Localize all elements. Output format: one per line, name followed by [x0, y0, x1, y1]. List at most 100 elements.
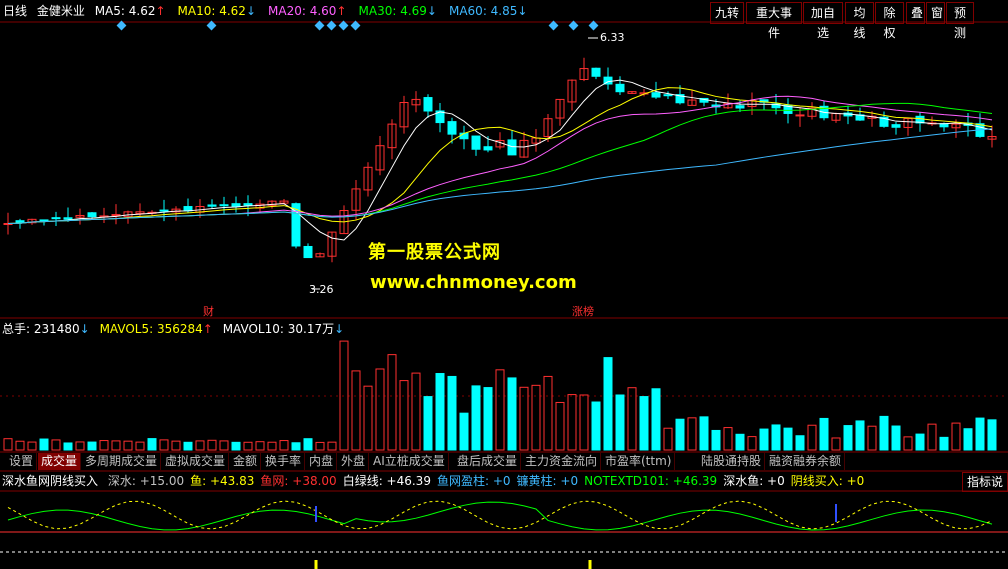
volume-bar [687, 417, 697, 451]
volume-bar [471, 385, 481, 451]
volume-bar [231, 441, 241, 451]
indicator-tab[interactable]: 成交量 [38, 453, 82, 470]
volume-bar [903, 436, 913, 451]
candle-body [231, 203, 241, 208]
candle-body [735, 105, 745, 109]
indicator-tab[interactable]: 金额 [230, 453, 262, 470]
volume-bar [15, 440, 25, 451]
volume-header: 总手: 231480↓ MAVOL5: 356284↑ MAVOL10: 30.… [2, 321, 344, 337]
indicator-tab[interactable]: AI立桩成交量 [370, 453, 449, 470]
candle-body [447, 121, 457, 135]
candle-body [591, 67, 601, 77]
volume-bar [447, 375, 457, 451]
volume-bar [291, 442, 301, 451]
volume-bar [255, 441, 265, 451]
indicator-value: 鱼: +43.83 [190, 474, 255, 488]
volume-bar [27, 441, 37, 451]
indicator-tab[interactable]: 虚拟成交量 [162, 453, 230, 470]
indicator-tab[interactable]: 市盈率(ttm) [602, 453, 676, 470]
volume-bar [495, 369, 505, 451]
volume-bar [603, 357, 613, 451]
volume-bar [171, 440, 181, 451]
indicator-line [7, 500, 993, 530]
top-list-marker[interactable]: 涨榜 [572, 303, 594, 319]
total-volume-label: 总手: 231480 [2, 322, 80, 336]
volume-bar [591, 401, 601, 451]
indicator-line [7, 501, 993, 531]
volume-bar [399, 380, 409, 451]
volume-bar [423, 396, 433, 451]
indicator-tab[interactable]: 设置 [6, 453, 38, 470]
volume-bar [183, 441, 193, 451]
volume-bar [663, 427, 673, 451]
volume-bar [195, 440, 205, 451]
candle-body [159, 209, 169, 212]
volume-bar [483, 387, 493, 451]
indicator-value: 深水: +15.00 [107, 474, 185, 488]
candle-body [663, 94, 673, 97]
candle-body [483, 146, 493, 151]
volume-bar [51, 439, 61, 451]
high-price-label: 6.33 [600, 31, 625, 44]
volume-bar [615, 394, 625, 451]
indicator-header: 深水鱼网阴线买入 深水: +15.00 鱼: +43.83 鱼网: +38.00 白绿… [0, 472, 1008, 490]
indicator-help-button[interactable]: 指标说 [961, 472, 1008, 492]
mavol10-arrow: ↓ [334, 322, 345, 336]
volume-bar [507, 377, 517, 451]
indicator-tab[interactable]: 盘后成交量 [454, 453, 522, 470]
low-price-label: 3.26 [309, 283, 334, 296]
candle-body [207, 204, 217, 207]
mavol5-arrow: ↑ [202, 322, 213, 336]
indicator-tab[interactable]: 换手率 [262, 453, 306, 470]
watermark-title: 第一股票公式网 [368, 242, 501, 263]
volume-bar [351, 370, 361, 451]
finance-event-marker[interactable]: 财 [203, 303, 214, 319]
indicator-tab[interactable]: 陆股通持股 [698, 453, 766, 470]
volume-bar [375, 368, 385, 451]
volume-bar [747, 436, 757, 451]
volume-bar [579, 394, 589, 451]
indicator-name[interactable]: 深水鱼网阴线买入 [2, 474, 98, 488]
indicator-tab[interactable]: 多周期成交量 [82, 453, 162, 470]
volume-bar [219, 440, 229, 451]
indicator-tab[interactable]: 融资融券余额 [766, 453, 846, 470]
volume-bar [75, 441, 85, 451]
candle-body [111, 214, 121, 217]
volume-bar [951, 422, 961, 451]
volume-bar [39, 438, 49, 451]
volume-bar [939, 436, 949, 451]
volume-bar [651, 388, 661, 451]
candle-body [423, 97, 433, 112]
volume-bar [987, 419, 997, 451]
volume-bar [87, 441, 97, 451]
ma-line [7, 102, 993, 225]
total-volume-arrow: ↓ [79, 322, 90, 336]
watermark-url: www.chnmoney.com [370, 272, 577, 293]
volume-bar [567, 394, 577, 451]
volume-bar [699, 416, 709, 451]
volume-bar [807, 424, 817, 451]
volume-bar [267, 441, 277, 451]
indicator-tab[interactable]: 主力资金流向 [522, 453, 602, 470]
candle-body [243, 203, 253, 206]
indicator-tab[interactable]: 内盘 [306, 453, 338, 470]
indicator-value: 鱼网: +38.00 [260, 474, 337, 488]
volume-bar [279, 440, 289, 451]
candle-body [87, 212, 97, 218]
volume-bar [555, 401, 565, 451]
volume-bar [819, 417, 829, 451]
volume-bar [63, 442, 73, 451]
volume-bar [915, 433, 925, 451]
volume-bar [675, 418, 685, 451]
candle-body [891, 124, 901, 128]
mavol10-label: MAVOL10: 30.17万 [222, 322, 335, 336]
candle-body [39, 219, 49, 222]
indicator-value: NOTEXTD101: +46.39 [584, 474, 718, 488]
volume-bar [927, 423, 937, 451]
volume-bar [783, 427, 793, 451]
indicator-value: 镰黄柱: +0 [516, 474, 579, 488]
volume-bar [123, 440, 133, 451]
volume-bar [867, 425, 877, 451]
volume-bar [711, 429, 721, 451]
indicator-tab[interactable]: 外盘 [338, 453, 370, 470]
